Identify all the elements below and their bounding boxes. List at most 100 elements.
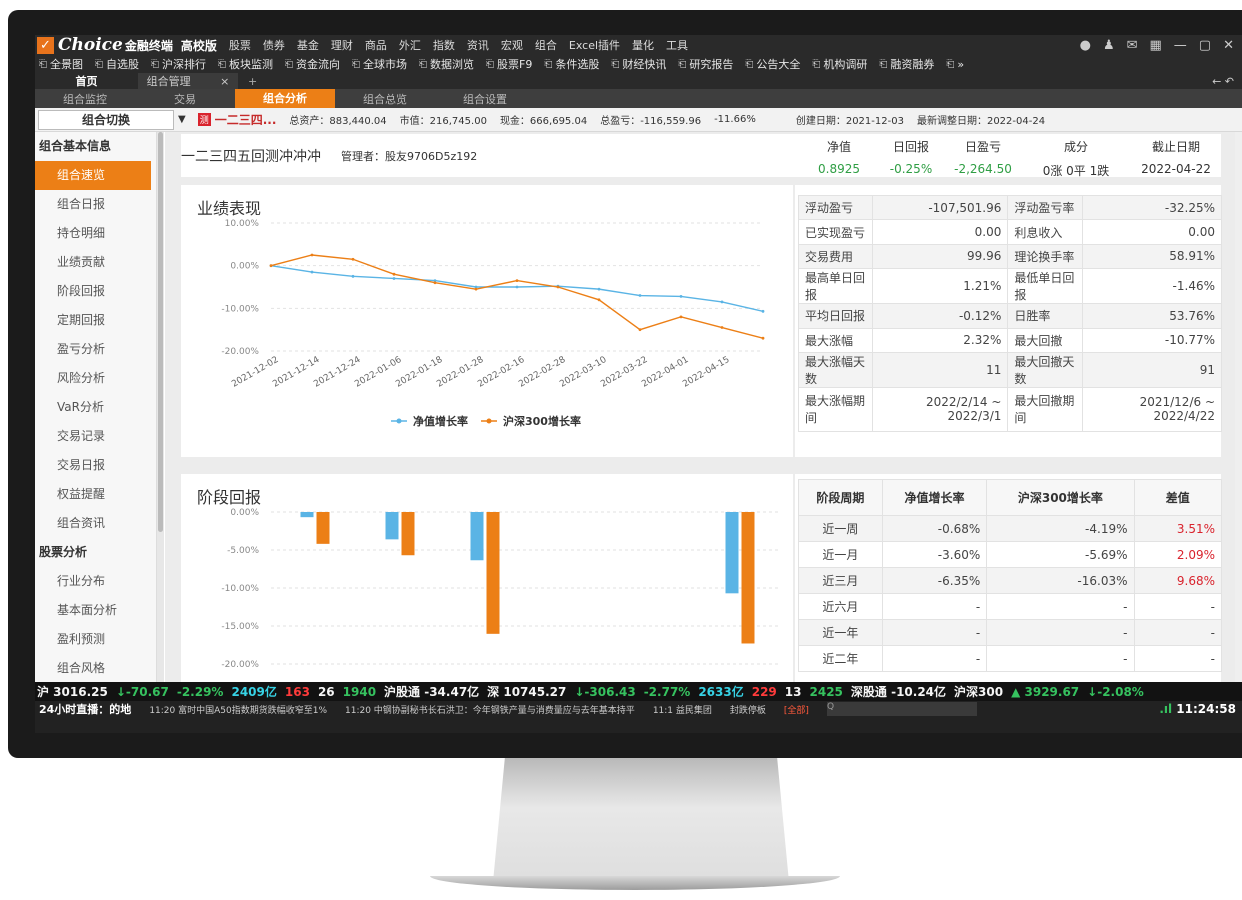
toolbar-label: 全球市场 xyxy=(363,58,407,71)
ticker-item[interactable]: ▲ 3929.67 xyxy=(1011,685,1079,699)
sidebar-item[interactable]: 交易日报 xyxy=(35,451,156,480)
menu-item[interactable]: 资讯 xyxy=(467,37,489,53)
ticker-item[interactable]: 深股通 -10.24亿 xyxy=(851,683,946,700)
ticker-item[interactable]: ↓-306.43 xyxy=(574,685,635,699)
ticker-item[interactable]: 沪股通 -34.47亿 xyxy=(384,683,479,700)
toolbar-item[interactable]: ⎗ 机构调研 xyxy=(812,56,867,72)
close-button[interactable]: ✕ xyxy=(1223,38,1234,53)
mail-icon[interactable]: ✉ xyxy=(1127,38,1138,53)
ticker-item[interactable]: ↓-70.67 xyxy=(116,685,169,699)
news-item[interactable]: 11:20 富时中国A50指数期货跌幅收窄至1% xyxy=(149,703,327,716)
sidebar-item[interactable]: 盈亏分析 xyxy=(35,335,156,364)
toolbar-item[interactable]: ⎗ 融资融券 xyxy=(879,56,934,72)
sidebar-item[interactable]: 持仓明细 xyxy=(35,219,156,248)
nav-arrows-icon[interactable]: ← ↶ xyxy=(1212,75,1234,88)
sidebar-item[interactable]: 组合资讯 xyxy=(35,509,156,538)
menu-item[interactable]: 商品 xyxy=(365,37,387,53)
ticker-item[interactable]: -2.29% xyxy=(177,685,224,699)
sidebar-scrollbar[interactable] xyxy=(157,132,164,682)
menu-item[interactable]: 量化 xyxy=(632,37,654,53)
ticker-item[interactable]: 229 xyxy=(752,685,777,699)
tab-portfolio[interactable]: 组合管理 × xyxy=(138,73,238,89)
menu-item[interactable]: Excel插件 xyxy=(569,37,620,53)
toolbar-item[interactable]: ⎗ 数据浏览 xyxy=(419,56,474,72)
ticker-item[interactable]: -2.77% xyxy=(644,685,691,699)
news-item[interactable]: 11:1 益民集团 xyxy=(653,703,712,716)
maximize-button[interactable]: ▢ xyxy=(1199,38,1211,53)
menu-item[interactable]: 股票 xyxy=(229,37,251,53)
toolbar-item[interactable]: ⎗ 自选股 xyxy=(95,56,139,72)
menu-item[interactable]: 宏观 xyxy=(501,37,523,53)
sidebar-item[interactable]: 交易记录 xyxy=(35,422,156,451)
portfolio-switch[interactable]: 组合切换 xyxy=(38,109,174,130)
sidebar-item[interactable]: 组合风格 xyxy=(35,654,156,683)
subtab[interactable]: 组合分析 xyxy=(235,89,335,108)
dropdown-icon[interactable]: ▼ xyxy=(178,114,186,125)
subtab[interactable]: 组合监控 xyxy=(35,91,135,107)
subtab[interactable]: 组合总览 xyxy=(335,91,435,107)
menu-item[interactable]: 组合 xyxy=(535,37,557,53)
ticker-item[interactable]: 2409亿 xyxy=(231,683,276,700)
header-row: 阶段周期 净值增长率 沪深300增长率 差值 xyxy=(798,479,1222,516)
toolbar-item[interactable]: ⎗ 板块监测 xyxy=(218,56,273,72)
add-tab-button[interactable]: + xyxy=(248,75,257,88)
toolbar-item[interactable]: ⎗ 沪深排行 xyxy=(151,56,206,72)
sidebar-item[interactable]: VaR分析 xyxy=(35,393,156,422)
sidebar-item[interactable]: 风险分析 xyxy=(35,364,156,393)
toolbar-item[interactable]: ⎗» xyxy=(946,58,964,71)
toolbar-item[interactable]: ⎗ 财经快讯 xyxy=(611,56,666,72)
portfolio-name: 一二三四... xyxy=(214,113,277,127)
sidebar-item[interactable]: 基本面分析 xyxy=(35,596,156,625)
toolbar-item[interactable]: ⎗ 股票F9 xyxy=(486,56,532,72)
kpi-label: 净值 xyxy=(826,140,851,154)
sidebar-item[interactable]: 业绩贡献 xyxy=(35,248,156,277)
ticker-item[interactable]: 163 xyxy=(285,685,310,699)
toolbar-item[interactable]: ⎗ 全景图 xyxy=(39,56,83,72)
ticker-item[interactable]: 2425 xyxy=(810,685,843,699)
ticker-item[interactable]: 1940 xyxy=(343,685,376,699)
sidebar-item[interactable]: 行业分布 xyxy=(35,567,156,596)
sidebar-item[interactable]: 组合日报 xyxy=(35,190,156,219)
toolbar-item[interactable]: ⎗ 研究报告 xyxy=(678,56,733,72)
menu-item[interactable]: 外汇 xyxy=(399,37,421,53)
toolbar-item[interactable]: ⎗ 条件选股 xyxy=(544,56,599,72)
ticker-item[interactable]: 26 xyxy=(318,685,335,699)
subtab[interactable]: 交易 xyxy=(135,91,235,107)
menu-item[interactable]: 理财 xyxy=(331,37,353,53)
tab-home[interactable]: 首页 xyxy=(35,73,138,89)
news-item[interactable]: 封跌停板 xyxy=(730,703,766,716)
minimize-button[interactable]: — xyxy=(1174,38,1187,53)
sidebar-group[interactable]: 股票分析 xyxy=(35,538,156,567)
toolbar: ⎗ 全景图 ⎗ 自选股 ⎗ 沪深排行 ⎗ 板块监测 ⎗ 资金流向 ⎗ 全球市场 ⎗ 数据浏览 ⎗ 股票F9 ⎗ 条… xyxy=(35,55,1242,73)
sidebar-item[interactable]: 阶段回报 xyxy=(35,277,156,306)
menu-item[interactable]: 债券 xyxy=(263,37,285,53)
sidebar-group[interactable]: 组合基本信息 xyxy=(35,132,156,161)
menu-item[interactable]: 基金 xyxy=(297,37,319,53)
grid-icon[interactable]: ▦ xyxy=(1150,38,1162,53)
menu-item[interactable]: 指数 xyxy=(433,37,455,53)
tab-close-icon[interactable]: × xyxy=(220,75,229,88)
toolbar-item[interactable]: ⎗ 公告大全 xyxy=(745,56,800,72)
subtab[interactable]: 组合设置 xyxy=(435,91,535,107)
toolbar-item[interactable]: ⎗ 资金流向 xyxy=(285,56,340,72)
ticker-item[interactable]: ↓-2.08% xyxy=(1087,685,1144,699)
message-icon[interactable]: ● xyxy=(1080,38,1091,53)
sidebar-item[interactable]: 定期回报 xyxy=(35,306,156,335)
news-all-link[interactable]: [全部] xyxy=(784,703,809,716)
toolbar-label: 条件选股 xyxy=(555,58,600,71)
ticker-item[interactable]: 深 10745.27 xyxy=(487,683,566,700)
sidebar-item[interactable]: 盈利预测 xyxy=(35,625,156,654)
main-scrollbar[interactable] xyxy=(1235,132,1242,682)
ticker-item[interactable]: 沪 3016.25 xyxy=(37,683,108,700)
ticker-item[interactable]: 2633亿 xyxy=(698,683,743,700)
user-icon[interactable]: ♟ xyxy=(1103,38,1115,53)
sidebar-item[interactable]: 权益提醒 xyxy=(35,480,156,509)
ticker-item[interactable]: 13 xyxy=(785,685,802,699)
menu-item[interactable]: 工具 xyxy=(666,37,688,53)
table-cell: -6.35% xyxy=(881,567,988,594)
news-item[interactable]: 11:20 中钢协副秘书长石洪卫：今年钢铁产量与消费量应与去年基本持平 xyxy=(345,703,635,716)
sidebar-item[interactable]: 组合速览 xyxy=(35,161,151,190)
ticker-item[interactable]: 沪深300 xyxy=(954,683,1003,700)
toolbar-item[interactable]: ⎗ 全球市场 xyxy=(352,56,407,72)
search-icon[interactable]: Q xyxy=(826,702,977,716)
